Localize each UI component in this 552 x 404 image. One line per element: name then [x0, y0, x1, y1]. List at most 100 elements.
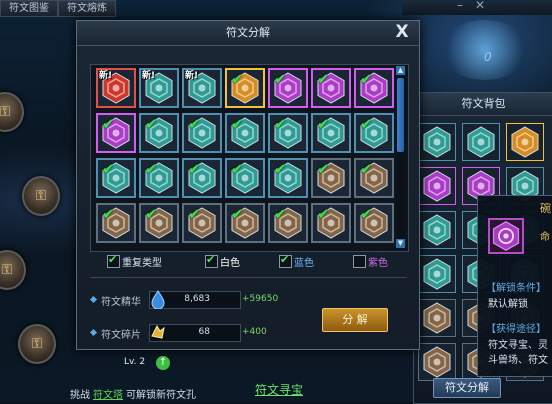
essence-value-box: 8,683 — [149, 290, 241, 309]
rune-slot[interactable]: ✔ — [225, 158, 265, 198]
essence-drop-icon — [151, 290, 165, 309]
rune-treasure-link[interactable]: 符文寻宝 — [255, 381, 303, 398]
rune-slot[interactable]: ✔ — [311, 68, 351, 108]
rune-hex-icon — [492, 221, 520, 251]
checkmark-icon: ✔ — [102, 205, 115, 223]
lock-icon: ⚿ — [0, 104, 11, 120]
rune-slot[interactable]: ✔ — [354, 158, 394, 198]
filter-row: 重复类型 白色 蓝色 紫色 — [90, 253, 407, 271]
bag-rune-slot[interactable] — [418, 255, 456, 293]
checkmark-icon: ✔ — [274, 205, 287, 223]
rune-slot[interactable]: ✔ — [354, 203, 394, 243]
rune-slot[interactable]: ✔ — [182, 158, 222, 198]
rune-slot[interactable]: ✔ — [268, 68, 308, 108]
checkmark-icon: ✔ — [102, 115, 115, 133]
rune-slot[interactable]: ✔ — [268, 158, 308, 198]
rune-slot[interactable]: 新! — [182, 68, 222, 108]
rune-slot[interactable]: ✔ — [139, 203, 179, 243]
top-right-bar: – ✕ — [402, 0, 552, 15]
filter-duplicate-label: 重复类型 — [122, 258, 162, 269]
tooltip-side-char: 命 — [540, 232, 550, 243]
checkmark-icon: ✔ — [274, 160, 287, 178]
rune-slot[interactable]: ✔ — [182, 113, 222, 153]
bag-rune-slot[interactable] — [418, 343, 456, 381]
checkmark-icon: ✔ — [231, 205, 244, 223]
rune-slot[interactable]: ✔ — [225, 113, 265, 153]
level-up-arrow-icon[interactable]: ↑ — [156, 356, 170, 370]
rune-slot[interactable]: ✔ — [311, 203, 351, 243]
essence-label: 符文精华 — [101, 297, 141, 308]
tooltip-obtain-line-1: 符文寻宝、灵 — [488, 340, 548, 351]
background-glow — [440, 20, 530, 80]
bag-rune-slot[interactable] — [418, 167, 456, 205]
rune-slot[interactable]: ✔ — [311, 113, 351, 153]
lock-medallion-2: ⚿ — [22, 176, 60, 216]
new-badge: 新! — [99, 71, 113, 81]
checkmark-icon: ✔ — [231, 160, 244, 178]
tooltip-obtain-header: 【获得途径】 — [486, 324, 546, 335]
grid-scrollbar[interactable]: ▲ ▼ — [396, 66, 405, 248]
rune-slot[interactable]: ✔ — [354, 113, 394, 153]
essence-value: 8,683 — [184, 294, 210, 304]
checkmark-icon: ✔ — [274, 115, 287, 133]
tooltip-name-char: 碗 — [540, 202, 551, 215]
close-icon[interactable]: X — [393, 23, 411, 41]
tooltip-obtain-line-2: 斗兽场、符文 — [488, 355, 548, 366]
rune-tooltip: 碗 命 【解锁条件】 默认解锁 【获得途径】 符文寻宝、灵 斗兽场、符文 — [477, 195, 552, 377]
bag-title: 符文背包 — [414, 93, 552, 116]
rune-slot[interactable]: ✔ — [268, 203, 308, 243]
filter-blue-checkbox[interactable] — [279, 253, 292, 268]
rune-slot[interactable]: 新! — [96, 68, 136, 108]
bag-rune-slot[interactable] — [418, 211, 456, 249]
minimize-icon[interactable]: – — [452, 0, 468, 14]
close-icon[interactable]: ✕ — [472, 0, 488, 14]
scroll-thumb[interactable] — [397, 78, 404, 152]
lock-icon: ⚿ — [1, 262, 13, 278]
filter-duplicate-checkbox[interactable] — [107, 253, 120, 268]
rune-slot[interactable]: ✔ — [182, 203, 222, 243]
checkmark-icon: ✔ — [145, 115, 158, 133]
lock-medallion-1: ⚿ — [0, 92, 24, 132]
rune-slot[interactable]: ✔ — [96, 203, 136, 243]
bag-rune-slot[interactable] — [506, 123, 544, 161]
bullet-icon — [89, 328, 98, 337]
filter-white-label: 白色 — [220, 258, 240, 269]
new-badge: 新! — [185, 71, 199, 81]
tab-rune-codex[interactable]: 符文图鉴 — [0, 0, 58, 17]
bag-rune-slot[interactable] — [418, 123, 456, 161]
bag-rune-slot[interactable] — [418, 299, 456, 337]
rune-slot[interactable]: ✔ — [225, 68, 265, 108]
fragment-label: 符文碎片 — [101, 330, 141, 341]
rune-decompose-open-button[interactable]: 符文分解 — [433, 378, 501, 398]
tab-rune-smelt[interactable]: 符文熔炼 — [58, 0, 116, 17]
rune-slot[interactable]: ✔ — [139, 158, 179, 198]
dialog-title: 符文分解 — [77, 21, 419, 46]
rune-slot[interactable]: 新! — [139, 68, 179, 108]
rune-slot[interactable]: ✔ — [311, 158, 351, 198]
rune-slot[interactable]: ✔ — [96, 113, 136, 153]
checkmark-icon: ✔ — [360, 70, 373, 88]
rune-slot[interactable]: ✔ — [354, 68, 394, 108]
filter-blue-label: 蓝色 — [294, 258, 314, 269]
checkmark-icon: ✔ — [188, 205, 201, 223]
filter-white-checkbox[interactable] — [205, 253, 218, 268]
scroll-up-icon[interactable]: ▲ — [396, 66, 405, 75]
hint-suffix: 可解锁新符文孔 — [126, 390, 196, 401]
checkmark-icon: ✔ — [231, 70, 244, 88]
rune-slot[interactable]: ✔ — [96, 158, 136, 198]
checkmark-icon: ✔ — [231, 115, 244, 133]
decompose-button[interactable]: 分 解 — [322, 308, 388, 332]
filter-purple-checkbox[interactable] — [353, 255, 366, 268]
checkmark-icon: ✔ — [360, 205, 373, 223]
rune-slot[interactable]: ✔ — [139, 113, 179, 153]
checkmark-icon: ✔ — [317, 160, 330, 178]
lock-medallion-3: ⚿ — [0, 250, 26, 290]
scroll-down-icon[interactable]: ▼ — [396, 239, 405, 248]
checkmark-icon: ✔ — [360, 160, 373, 178]
rune-slot[interactable]: ✔ — [268, 113, 308, 153]
rune-slot[interactable]: ✔ — [225, 203, 265, 243]
rune-tower-link[interactable]: 符文塔 — [93, 386, 123, 401]
checkmark-icon: ✔ — [360, 115, 373, 133]
bag-rune-slot[interactable] — [462, 123, 500, 161]
top-tab-bar: 符文图鉴 符文熔炼 — [0, 0, 116, 17]
